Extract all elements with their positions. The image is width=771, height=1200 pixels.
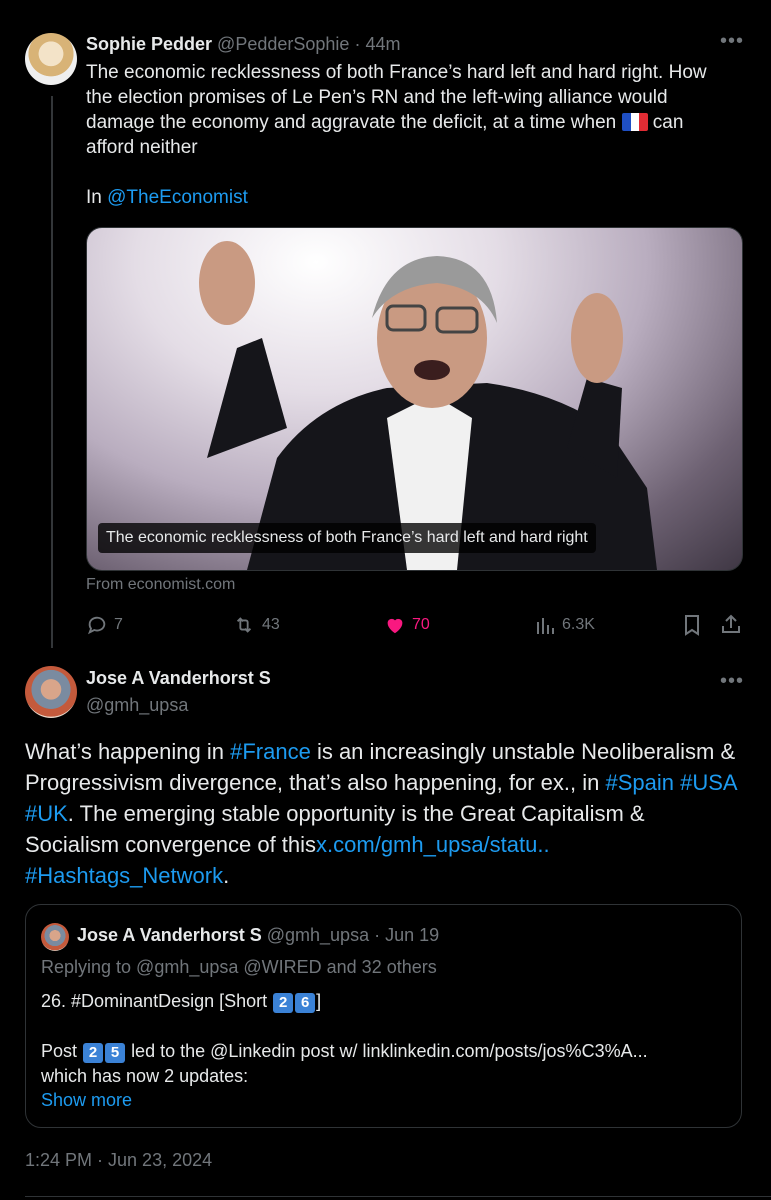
text-line: damage the economy and aggravate the def… xyxy=(86,110,756,135)
text-segment: Progressivism divergence, that’s also ha… xyxy=(25,770,600,795)
divider xyxy=(25,1196,771,1197)
like-button[interactable]: 70 xyxy=(384,614,430,636)
quote-avatar xyxy=(41,923,69,951)
text-segment: can xyxy=(652,112,684,133)
author-handle[interactable]: @gmh_upsa xyxy=(86,695,188,716)
tweet2-text: What’s happening in #France is an increa… xyxy=(25,736,755,891)
views-button[interactable]: 6.3K xyxy=(536,614,595,636)
replying-to: Replying to @gmh_upsa @WIRED and 32 othe… xyxy=(41,957,437,977)
quote-author-handle: @gmh_upsa xyxy=(266,925,370,945)
views-count: 6.3K xyxy=(562,616,595,633)
text-segment: . The emerging stable opportunity is the… xyxy=(67,801,645,826)
author-handle[interactable]: @PedderSophie xyxy=(217,34,349,54)
text-line: Socialism convergence of thisx.com/gmh_u… xyxy=(25,829,755,860)
show-more-link[interactable]: Show more xyxy=(41,1088,132,1112)
text-line: #UK. The emerging stable opportunity is … xyxy=(25,798,755,829)
keycap-digit: 5 xyxy=(105,1043,126,1063)
text-segment: led to the @Linkedin post w/ linklinkedi… xyxy=(131,1041,648,1061)
tweet1-text: The economic recklessness of both France… xyxy=(86,60,756,210)
avatar-sophie[interactable] xyxy=(25,33,77,85)
keycap-digit: 2 xyxy=(83,1043,104,1063)
status-link[interactable]: x.com/gmh_upsa/statu.. xyxy=(316,832,550,857)
hashtag-france[interactable]: #France xyxy=(230,739,311,764)
text-line: afford neither xyxy=(86,137,198,158)
text-segment: is an increasingly unstable Neoliberalis… xyxy=(316,739,736,764)
author-name[interactable]: Jose A Vanderhorst S xyxy=(86,668,271,689)
repost-count: 43 xyxy=(262,616,280,633)
text-segment: ] xyxy=(316,991,322,1011)
more-options-icon[interactable]: ••• xyxy=(720,670,744,693)
analytics-icon xyxy=(537,618,554,634)
in-line: In @TheEconomist xyxy=(86,185,756,210)
share-button[interactable] xyxy=(720,613,742,640)
tweet1-header: Sophie Pedder @PedderSophie · 44m xyxy=(86,33,400,55)
link-card[interactable]: The economic recklessness of both France… xyxy=(86,227,743,571)
text-line: Progressivism divergence, that’s also ha… xyxy=(25,767,755,798)
quote-card[interactable]: Jose A Vanderhorst S @gmh_upsa · Jun 19 … xyxy=(25,904,742,1128)
text-segment: Socialism convergence of this xyxy=(25,832,317,857)
reply-count: 7 xyxy=(114,616,123,633)
post-timestamp[interactable]: 1:24 PM · Jun 23, 2024 xyxy=(25,1150,212,1171)
separator-dot: · xyxy=(374,925,381,945)
quote-time: Jun 19 xyxy=(385,925,440,945)
mention-link[interactable]: @TheEconomist xyxy=(107,187,248,208)
text-segment: . xyxy=(223,863,230,888)
text-line: the election promises of Le Pen’s RN and… xyxy=(86,87,668,108)
reply-icon xyxy=(87,616,106,635)
in-prefix: In xyxy=(86,187,102,208)
reply-button[interactable]: 7 xyxy=(86,614,123,636)
thread-line xyxy=(51,96,53,648)
post-time[interactable]: 44m xyxy=(365,34,400,54)
hashtag-uk[interactable]: #UK xyxy=(25,801,68,826)
quote-author-name: Jose A Vanderhorst S xyxy=(77,925,262,945)
text-line: #Hashtags_Network. xyxy=(25,860,755,891)
card-image xyxy=(199,241,657,570)
card-caption: The economic recklessness of both France… xyxy=(98,523,596,553)
card-source[interactable]: From economist.com xyxy=(86,576,235,594)
repost-button[interactable]: 43 xyxy=(232,614,280,636)
keycap-digit: 2 xyxy=(273,993,294,1013)
text-line: What’s happening in #France is an increa… xyxy=(25,736,755,767)
like-count: 70 xyxy=(412,616,430,633)
heart-icon xyxy=(387,618,403,634)
hashtag-network[interactable]: #Hashtags_Network xyxy=(25,863,223,888)
text-segment: 26. #DominantDesign [Short xyxy=(41,991,268,1011)
share-icon xyxy=(722,614,740,633)
repost-icon xyxy=(236,617,252,633)
quote-line: which has now 2 updates: xyxy=(41,1066,249,1086)
quote-line: Post 25 led to the @Linkedin post w/ lin… xyxy=(41,1039,648,1063)
text-segment: Post xyxy=(41,1041,78,1061)
quote-header: Jose A Vanderhorst S @gmh_upsa · Jun 19 xyxy=(77,925,439,946)
bookmark-button[interactable] xyxy=(682,614,702,641)
keycap-digit: 6 xyxy=(295,993,316,1013)
france-flag-icon xyxy=(621,113,648,131)
text-segment: damage the economy and aggravate the def… xyxy=(86,112,617,133)
author-name[interactable]: Sophie Pedder xyxy=(86,34,212,54)
text-line: The economic recklessness of both France… xyxy=(86,62,707,83)
avatar-jose[interactable] xyxy=(25,666,77,718)
text-segment: What’s happening in xyxy=(25,739,224,764)
quote-line: 26. #DominantDesign [Short 2 6] xyxy=(41,989,321,1013)
card-caption-text: The economic recklessness of both France… xyxy=(106,529,588,546)
hashtag-spain[interactable]: #Spain xyxy=(605,770,674,795)
separator-dot: · xyxy=(354,34,361,54)
more-options-icon[interactable]: ••• xyxy=(720,30,744,53)
bookmark-icon xyxy=(685,615,699,636)
hashtag-usa[interactable]: #USA xyxy=(680,770,737,795)
